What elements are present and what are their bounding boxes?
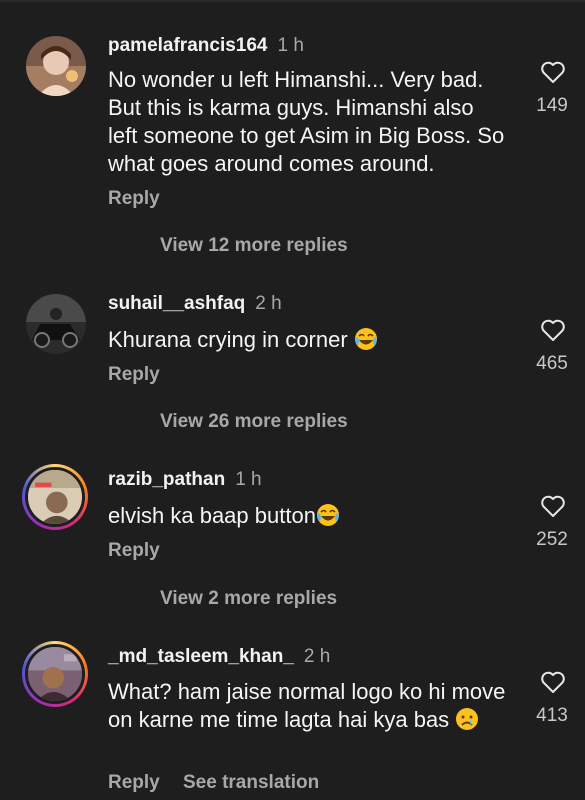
comment-header: pamelafrancis164 1 h [108,34,304,58]
avatar[interactable] [26,36,86,96]
heart-outline-icon[interactable] [540,670,566,694]
comment-text-body: What? ham jaise normal logo ko hi move o… [108,679,506,732]
avatar-photo-icon [26,36,86,96]
avatar-photo-icon [28,647,82,701]
comment-text: What? ham jaise normal logo ko hi move o… [108,678,508,734]
avatar-photo-icon [28,470,82,524]
comment-text: Khurana crying in corner [108,326,508,354]
face-with-tears-of-joy-icon [316,503,340,527]
view-more-replies[interactable]: View 12 more replies [160,235,348,257]
username[interactable]: pamelafrancis164 [108,35,268,56]
like-count: 252 [536,529,568,550]
reply-button[interactable]: Reply [108,364,160,386]
see-translation-button[interactable]: See translation [183,772,319,794]
reply-button[interactable]: Reply [108,188,160,210]
comment-text: No wonder u left Himanshi... Very bad. B… [108,67,505,176]
top-divider [0,0,585,2]
username[interactable]: _md_tasleem_khan_ [108,646,294,667]
face-with-tears-of-joy-icon [354,327,378,351]
username[interactable]: suhail__ashfaq [108,293,245,314]
comment-text-body: elvish ka baap button [108,503,316,528]
timestamp: 2 h [303,646,331,667]
avatar-photo-icon [26,294,86,354]
comment-text-body: Khurana crying in corner [108,327,348,352]
view-more-replies[interactable]: View 2 more replies [160,588,337,610]
avatar[interactable] [22,464,88,530]
comment-header: suhail__ashfaq 2 h [108,292,282,316]
timestamp: 1 h [277,35,304,56]
view-more-replies[interactable]: View 26 more replies [160,411,348,433]
comment-text: elvish ka baap button [108,502,508,530]
heart-outline-icon[interactable] [540,494,566,518]
like-count: 149 [536,95,568,116]
avatar[interactable] [26,294,86,354]
reply-button[interactable]: Reply [108,540,160,562]
like-count: 465 [536,353,568,374]
timestamp: 2 h [255,293,282,314]
username[interactable]: razib_pathan [108,469,225,490]
heart-outline-icon[interactable] [540,318,566,342]
comment-header: _md_tasleem_khan_ 2 h [108,645,330,669]
heart-outline-icon[interactable] [540,60,566,84]
timestamp: 1 h [235,469,262,490]
reply-button[interactable]: Reply [108,772,160,794]
crying-face-icon [455,707,479,731]
like-count: 413 [536,705,568,726]
comment-header: razib_pathan 1 h [108,468,262,492]
avatar[interactable] [22,641,88,707]
